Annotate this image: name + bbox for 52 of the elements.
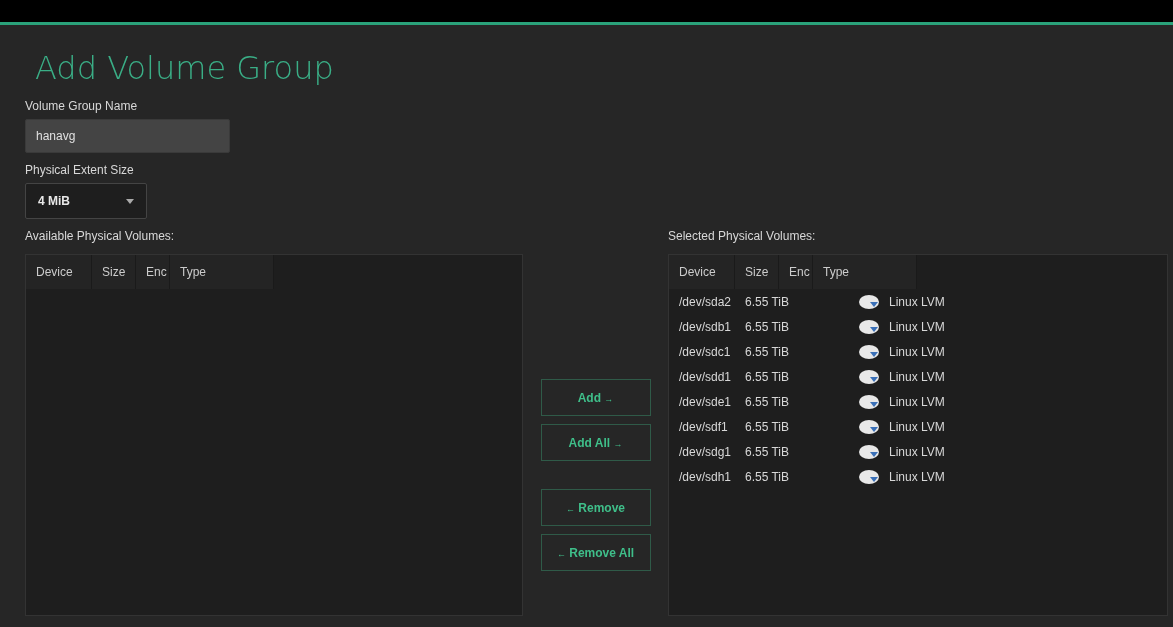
disk-icon [859, 394, 879, 409]
dropdown[interactable]: 4 MiB [25, 183, 147, 219]
disk-icon [859, 444, 879, 459]
field-label: Physical Extent Size [25, 163, 134, 177]
table-cell-text: /dev/sdd1 [679, 369, 733, 384]
disk-icon [859, 469, 879, 484]
table-cell-text: 6.55 TiB [745, 394, 791, 409]
column-header[interactable]: Device [669, 255, 735, 289]
action-button[interactable]: ← Remove All [540, 534, 651, 571]
caret-icon [126, 198, 134, 204]
table-cell: Linux LVM [889, 394, 945, 409]
table-cell-text: 6.55 TiB [745, 469, 791, 484]
table-cell-text: 6.55 TiB [745, 344, 791, 359]
table-cell-text: 6.55 TiB [745, 369, 791, 384]
table-cell-text: /dev/sde1 [679, 394, 733, 409]
table-cell: Linux LVM [889, 444, 945, 459]
action-button[interactable]: Add All → [540, 424, 651, 461]
disk-icon [859, 319, 879, 334]
column-header[interactable]: Size [92, 255, 136, 289]
column-header[interactable]: Type [813, 255, 917, 289]
column-header[interactable]: Enc [136, 255, 170, 289]
table-cell-text: /dev/sdh1 [679, 469, 733, 484]
action-button[interactable]: Add → [540, 379, 651, 416]
table-cell-text: 6.55 TiB [745, 294, 791, 309]
action-button[interactable]: ← Remove [540, 489, 651, 526]
table-cell-text: /dev/sdb1 [679, 319, 733, 334]
list-label: Available Physical Volumes: [25, 229, 176, 243]
table-cell-text: 6.55 TiB [745, 419, 791, 434]
column-header[interactable]: Size [735, 255, 779, 289]
input-field[interactable]: hanavg [25, 119, 230, 153]
disk-icon [859, 344, 879, 359]
disk-icon [859, 369, 879, 384]
field-label: Volume Group Name [25, 99, 138, 113]
disk-icon [859, 294, 879, 309]
table-cell: Linux LVM [889, 369, 945, 384]
table-cell-text: 6.55 TiB [745, 444, 791, 459]
table-cell-text: /dev/sdc1 [679, 344, 732, 359]
disk-icon [859, 419, 879, 434]
table-cell: Linux LVM [889, 344, 945, 359]
table-cell: Linux LVM [889, 419, 945, 434]
table-cell-text: /dev/sdg1 [679, 444, 733, 459]
list-label: Selected Physical Volumes: [668, 229, 817, 243]
table-cell: Linux LVM [889, 469, 945, 484]
dialog-title: Add Volume Group [35, 49, 334, 87]
table-cell-text: /dev/sda2 [679, 294, 733, 309]
table-cell-text: /dev/sdf1 [679, 419, 729, 434]
column-header[interactable]: Type [170, 255, 274, 289]
table-cell-text: 6.55 TiB [745, 319, 791, 334]
column-header[interactable]: Device [26, 255, 92, 289]
column-header[interactable]: Enc [779, 255, 813, 289]
table-cell: Linux LVM [889, 319, 945, 334]
table-cell: Linux LVM [889, 294, 945, 309]
